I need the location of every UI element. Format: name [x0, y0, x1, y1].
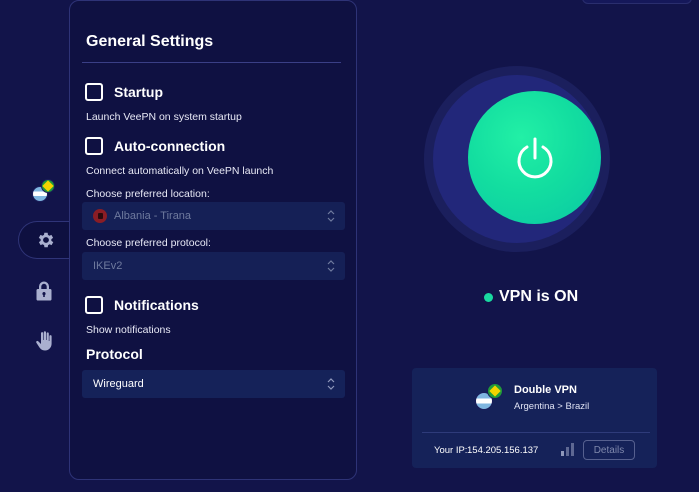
startup-label: Startup [114, 84, 163, 100]
sidebar-item-double-vpn[interactable] [18, 171, 70, 209]
auto-connection-row: Auto-connection [85, 137, 225, 155]
protocol-pref-label: Choose preferred protocol: [86, 237, 211, 249]
auto-connection-label: Auto-connection [114, 138, 226, 154]
vpn-status: VPN is ON [484, 288, 578, 306]
vpn-status-text: VPN is ON [499, 288, 579, 305]
sidebar-item-settings[interactable] [18, 221, 72, 259]
lock-icon [36, 281, 52, 301]
protocol-pref-value: IKEv2 [93, 260, 123, 272]
double-vpn-flags-icon [30, 178, 58, 202]
albania-flag-icon [93, 209, 107, 223]
double-vpn-flags-icon [475, 382, 503, 410]
panel-title: General Settings [86, 33, 214, 50]
details-button[interactable]: Details [583, 440, 635, 460]
chevron-updown-icon [327, 378, 335, 390]
protocol-section-title: Protocol [86, 346, 143, 362]
sidebar-rail [0, 0, 72, 492]
ip-label: Your IP: [434, 445, 468, 456]
divider [82, 62, 341, 63]
gear-icon [38, 232, 53, 248]
sidebar-item-adblock[interactable] [18, 322, 70, 360]
startup-checkbox[interactable] [85, 83, 103, 101]
location-select[interactable]: Albania - Tirana [82, 202, 345, 230]
protocol-pref-select[interactable]: IKEv2 [82, 252, 345, 280]
notifications-row: Notifications [85, 296, 199, 314]
hand-stop-icon [36, 331, 52, 351]
power-icon [517, 137, 552, 178]
connection-card[interactable]: Double VPN Argentina > Brazil Your IP: 1… [412, 368, 657, 468]
status-dot [484, 292, 493, 302]
top-bar-edge [582, 0, 692, 4]
protocol-value: Wireguard [93, 378, 144, 390]
notifications-description: Show notifications [86, 324, 171, 336]
server-name: Double VPN [514, 384, 577, 396]
startup-row: Startup [85, 83, 163, 101]
location-label: Choose preferred location: [86, 188, 210, 200]
auto-connection-checkbox[interactable] [85, 137, 103, 155]
ip-value: 154.205.156.137 [467, 445, 539, 456]
divider [422, 432, 650, 433]
notifications-label: Notifications [114, 297, 199, 313]
startup-description: Launch VeePN on system startup [86, 111, 242, 123]
chevron-updown-icon [327, 210, 335, 222]
chevron-updown-icon [327, 260, 335, 272]
power-button[interactable] [468, 91, 601, 224]
signal-strength-icon [561, 443, 574, 456]
auto-connection-description: Connect automatically on VeePN launch [86, 165, 274, 177]
location-value: Albania - Tirana [114, 210, 192, 222]
protocol-select[interactable]: Wireguard [82, 370, 345, 398]
notifications-checkbox[interactable] [85, 296, 103, 314]
general-settings-panel: General Settings Startup Launch VeePN on… [69, 0, 357, 480]
server-route: Argentina > Brazil [514, 401, 590, 412]
sidebar-item-security[interactable] [18, 272, 70, 310]
